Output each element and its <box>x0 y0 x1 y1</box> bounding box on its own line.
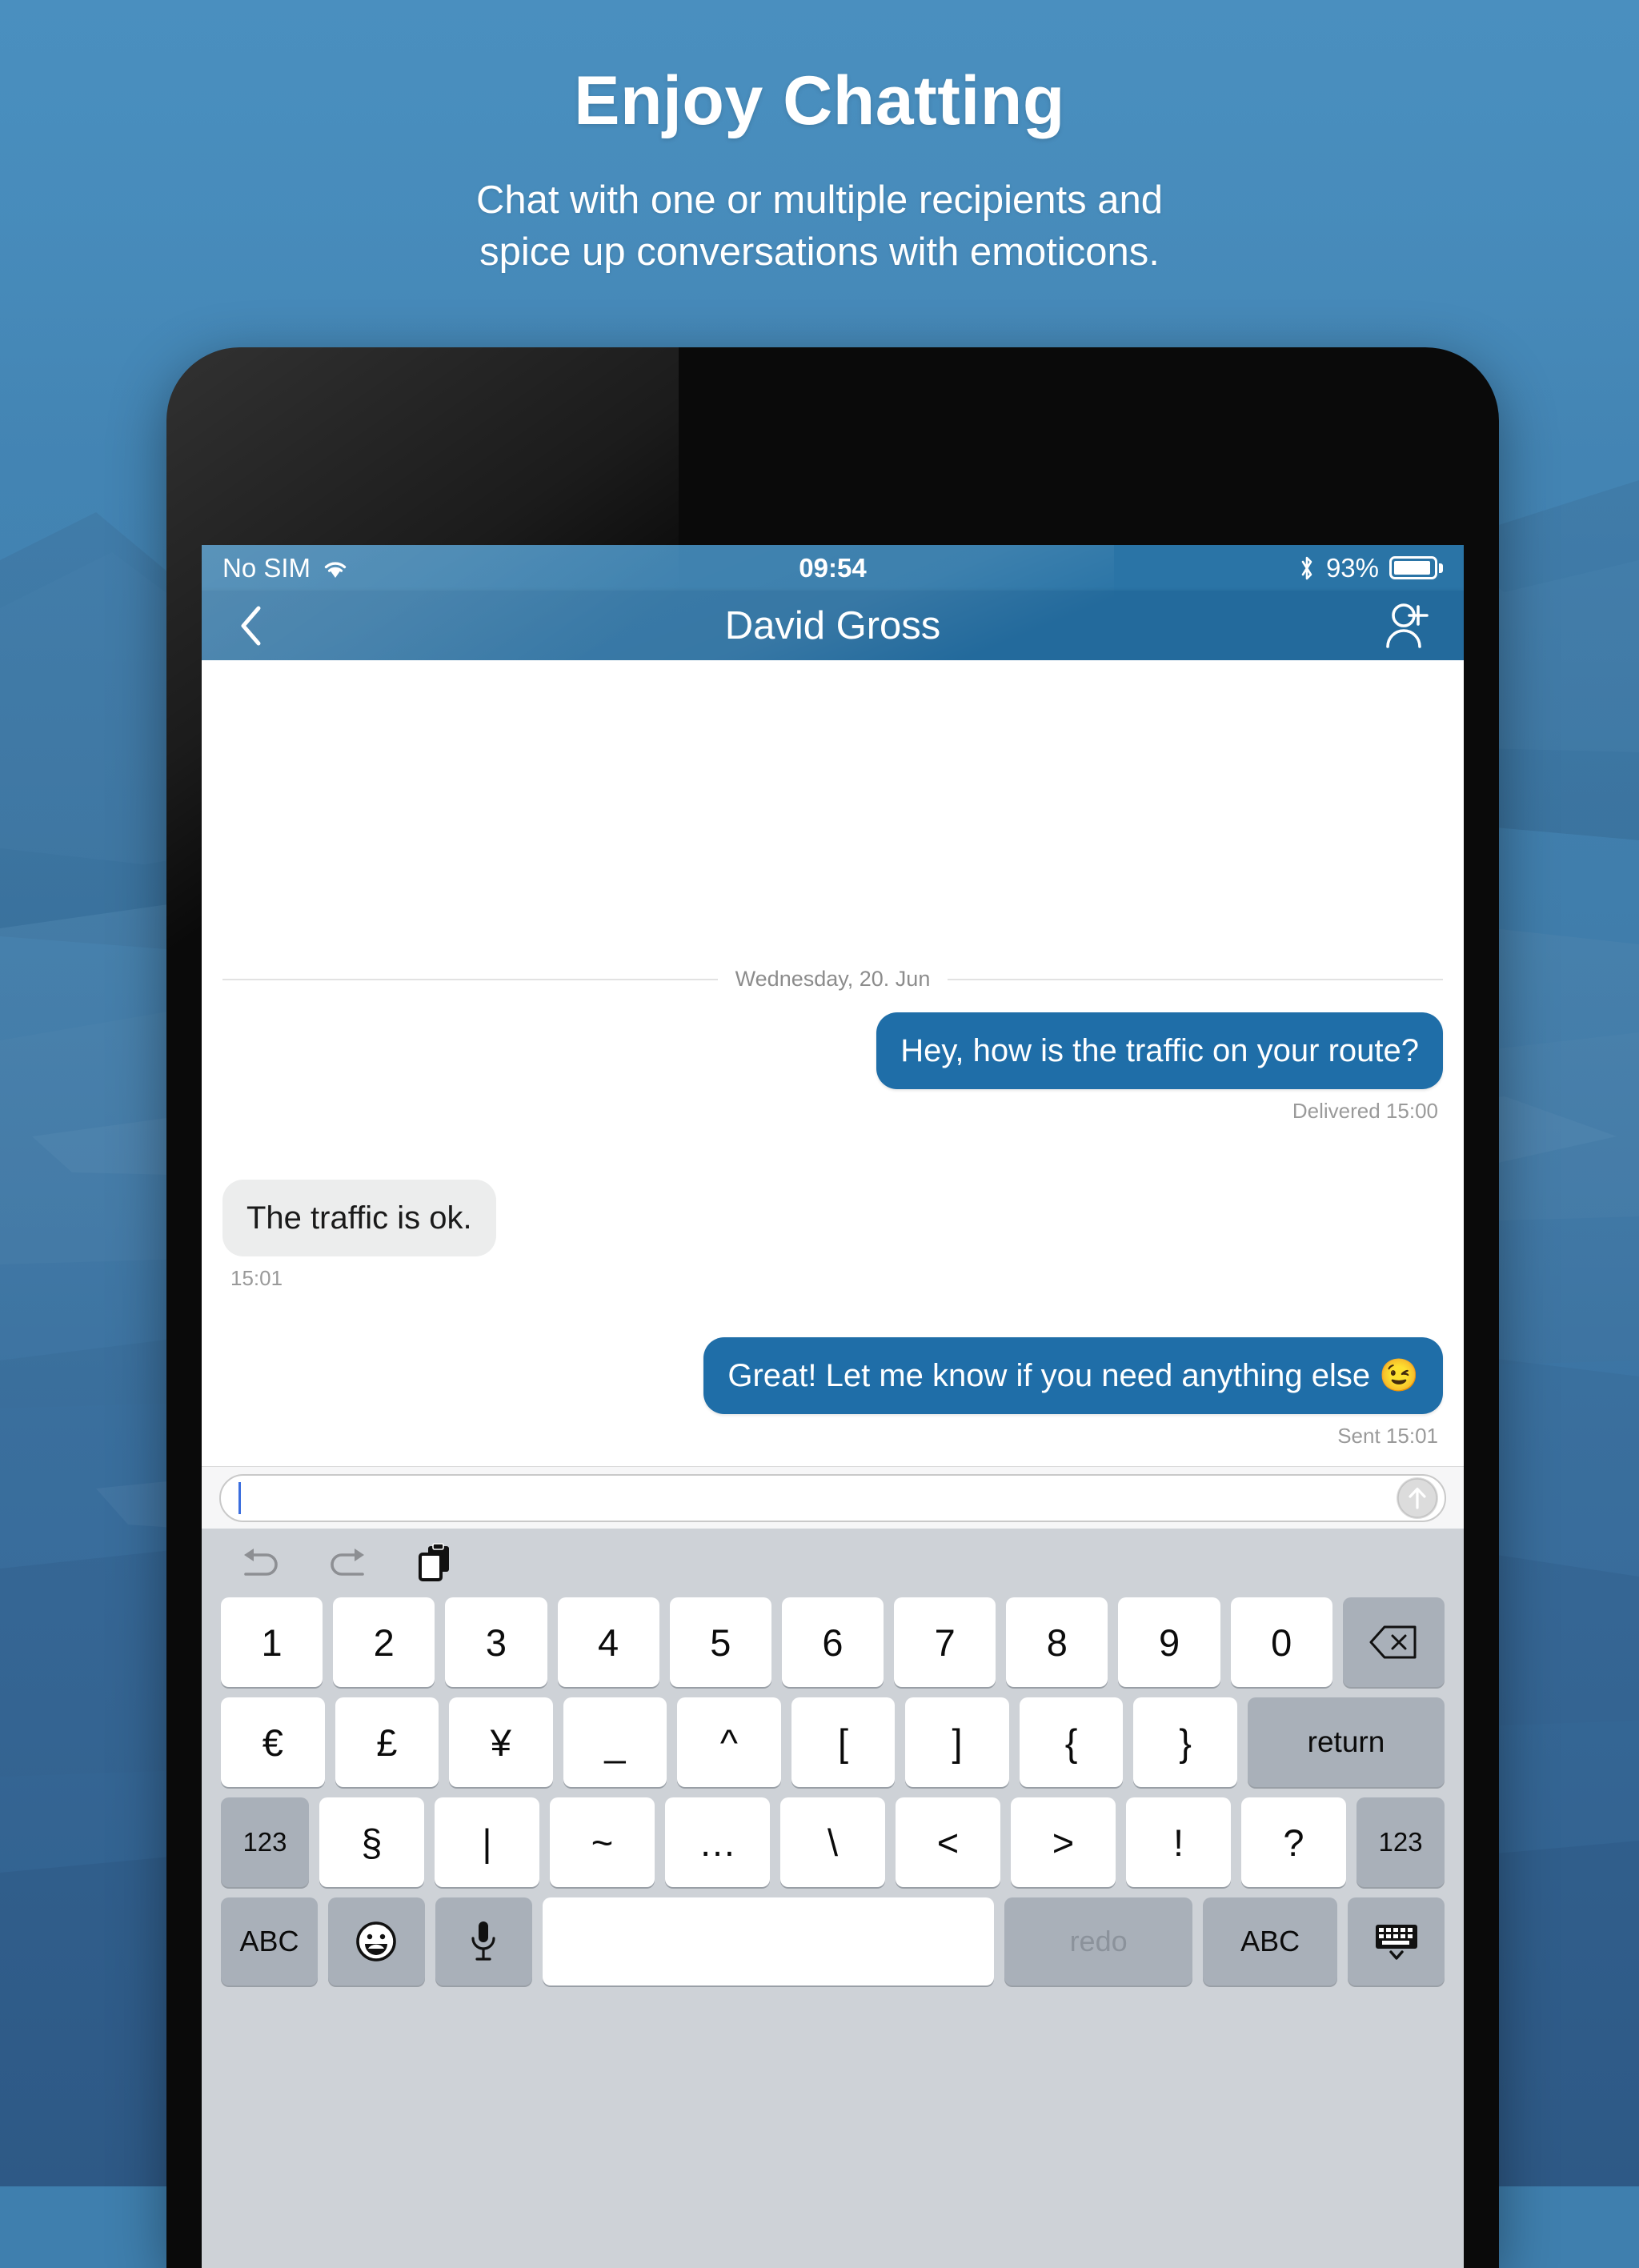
microphone-icon <box>471 1921 495 1961</box>
date-separator-label: Wednesday, 20. Jun <box>735 967 931 991</box>
key-pipe[interactable]: | <box>435 1797 539 1887</box>
device-screen: No SIM 09:54 93% David Gross Wednesday, … <box>202 545 1464 2268</box>
message-bubble-incoming[interactable]: The traffic is ok. <box>222 1180 496 1256</box>
key-pound[interactable]: £ <box>335 1697 439 1787</box>
key-euro[interactable]: € <box>220 1697 325 1787</box>
keyboard-row-numbers: 1 2 3 4 5 6 7 8 9 0 <box>213 1597 1453 1687</box>
paste-button[interactable] <box>413 1540 459 1586</box>
keyboard-row-bottom: ABC redo ABC <box>213 1897 1453 1986</box>
promo-header: Enjoy Chatting Chat with one or multiple… <box>0 62 1639 278</box>
key-bracket-open[interactable]: [ <box>791 1697 896 1787</box>
chat-message-list[interactable]: Wednesday, 20. Jun Hey, how is the traff… <box>202 660 1464 1466</box>
key-backslash[interactable]: \ <box>780 1797 885 1887</box>
numeric-shift-key-right[interactable]: 123 <box>1356 1797 1445 1887</box>
date-separator-rule-right <box>948 978 1444 980</box>
message-row-outgoing: Hey, how is the traffic on your route? D… <box>222 1012 1443 1124</box>
device-frame: No SIM 09:54 93% David Gross Wednesday, … <box>166 347 1499 2268</box>
key-3[interactable]: 3 <box>445 1597 547 1687</box>
key-section[interactable]: § <box>319 1797 424 1887</box>
date-separator: Wednesday, 20. Jun <box>222 967 1444 992</box>
numeric-shift-key-left[interactable]: 123 <box>220 1797 309 1887</box>
abc-key-right[interactable]: ABC <box>1203 1897 1338 1986</box>
navigation-bar: David Gross <box>202 591 1464 660</box>
chevron-left-icon <box>241 606 261 645</box>
date-separator-rule-left <box>222 978 718 980</box>
message-composer-bar <box>202 1466 1464 1529</box>
return-key[interactable]: return <box>1247 1697 1445 1787</box>
message-bubble-outgoing[interactable]: Great! Let me know if you need anything … <box>703 1337 1443 1414</box>
key-0[interactable]: 0 <box>1230 1597 1332 1687</box>
message-status-outgoing: Delivered 15:00 <box>1292 1099 1438 1123</box>
hide-keyboard-icon <box>1375 1925 1417 1960</box>
page-subtitle-line-1: Chat with one or multiple recipients and <box>476 178 1163 222</box>
battery-percent-label: 93% <box>1325 552 1379 583</box>
key-tilde[interactable]: ~ <box>550 1797 655 1887</box>
key-caret[interactable]: ^ <box>677 1697 781 1787</box>
key-exclamation[interactable]: ! <box>1126 1797 1231 1887</box>
keyboard-row-symbols-2: 123 § | ~ … \ < > ! ? 123 <box>213 1797 1453 1887</box>
key-2[interactable]: 2 <box>333 1597 435 1687</box>
key-1[interactable]: 1 <box>220 1597 323 1687</box>
key-yen[interactable]: ¥ <box>449 1697 553 1787</box>
backspace-key[interactable] <box>1342 1597 1445 1687</box>
arrow-up-circle-icon <box>1397 1477 1437 1518</box>
dictation-key[interactable] <box>435 1897 532 1986</box>
message-row-incoming: The traffic is ok. 15:01 <box>222 1180 1443 1291</box>
abc-key-left[interactable]: ABC <box>221 1897 318 1986</box>
redo-key[interactable]: redo <box>1004 1897 1193 1986</box>
battery-icon <box>1389 556 1443 579</box>
bluetooth-icon <box>1301 556 1312 579</box>
emoji-key[interactable] <box>327 1897 425 1986</box>
text-cursor <box>238 1481 241 1514</box>
key-4[interactable]: 4 <box>557 1597 659 1687</box>
add-person-icon <box>1386 603 1429 648</box>
wifi-icon <box>324 561 347 578</box>
onscreen-keyboard: 1 2 3 4 5 6 7 8 9 0 € £ ¥ _ ^ [] {} re… <box>202 1529 1464 2268</box>
page-subtitle: Chat with one or multiple recipients and… <box>0 174 1639 278</box>
key-greater-than[interactable]: > <box>1011 1797 1116 1887</box>
add-contact-button[interactable] <box>1381 596 1440 655</box>
message-row-outgoing: Great! Let me know if you need anything … <box>222 1337 1443 1449</box>
message-bubble-outgoing[interactable]: Hey, how is the traffic on your route? <box>876 1012 1443 1089</box>
keyboard-key-rows: 1 2 3 4 5 6 7 8 9 0 € £ ¥ _ ^ [] {} re… <box>202 1597 1464 1996</box>
status-bar-clock: 09:54 <box>799 552 867 583</box>
undo-icon <box>244 1549 278 1576</box>
carrier-label: No SIM <box>222 552 311 583</box>
key-6[interactable]: 6 <box>781 1597 884 1687</box>
status-bar-left: No SIM <box>222 553 349 583</box>
status-bar: No SIM 09:54 93% <box>202 545 1464 591</box>
page-subtitle-line-2: spice up conversations with emoticons. <box>479 230 1160 274</box>
key-brace-open[interactable]: { <box>1019 1697 1124 1787</box>
key-5[interactable]: 5 <box>669 1597 771 1687</box>
paste-icon <box>419 1543 449 1581</box>
key-7[interactable]: 7 <box>894 1597 996 1687</box>
key-less-than[interactable]: < <box>896 1797 1000 1887</box>
key-8[interactable]: 8 <box>1006 1597 1108 1687</box>
emoji-icon <box>356 1921 397 1961</box>
backspace-icon <box>1369 1625 1417 1659</box>
redo-icon <box>331 1549 364 1576</box>
key-underscore[interactable]: _ <box>563 1697 667 1787</box>
key-9[interactable]: 9 <box>1118 1597 1220 1687</box>
key-question[interactable]: ? <box>1241 1797 1346 1887</box>
status-bar-right: 93% <box>1298 553 1443 583</box>
keyboard-row-symbols-1: € £ ¥ _ ^ [ ] { } return <box>213 1697 1453 1787</box>
keyboard-toolbar <box>202 1529 1464 1597</box>
message-status-incoming: 15:01 <box>230 1266 283 1290</box>
page-title-contact-name: David Gross <box>724 603 941 647</box>
hide-keyboard-key[interactable] <box>1348 1897 1445 1986</box>
send-button[interactable] <box>1397 1477 1438 1519</box>
undo-button[interactable] <box>237 1540 283 1586</box>
redo-button[interactable] <box>325 1540 371 1586</box>
message-status-outgoing: Sent 15:01 <box>1337 1424 1438 1448</box>
key-ellipsis[interactable]: … <box>665 1797 770 1887</box>
page-title: Enjoy Chatting <box>574 62 1065 139</box>
space-key[interactable] <box>542 1897 995 1986</box>
key-brace-close[interactable]: } <box>1133 1697 1237 1787</box>
message-input[interactable] <box>219 1473 1446 1522</box>
key-bracket-close[interactable]: ] <box>905 1697 1009 1787</box>
back-button[interactable] <box>226 600 277 651</box>
